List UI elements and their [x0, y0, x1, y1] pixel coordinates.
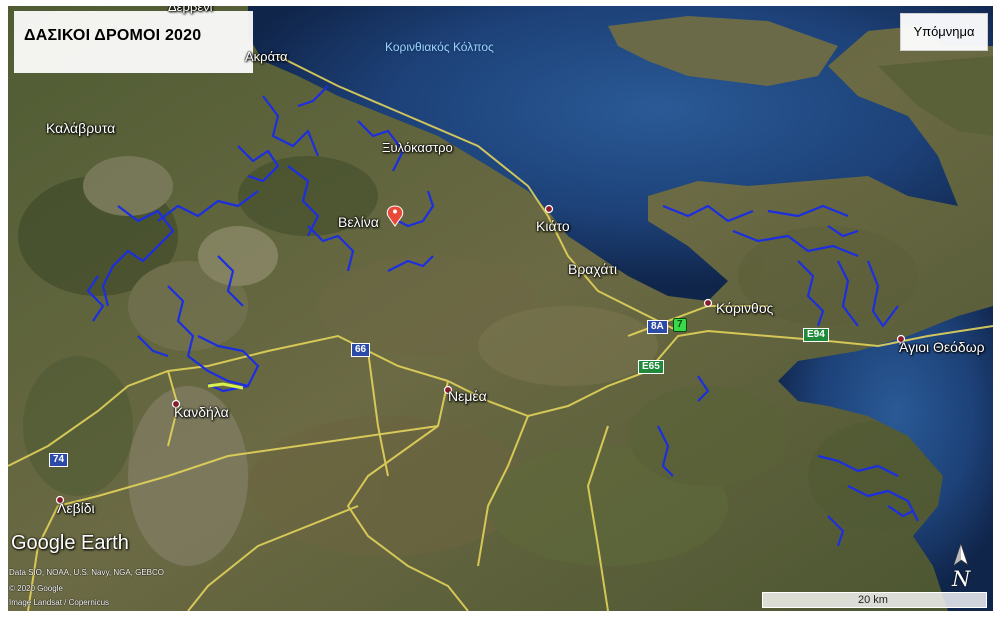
north-label: N — [952, 567, 971, 591]
road-shield-7: 7 — [673, 318, 687, 332]
map-title: ΔΑΣΙΚΟΙ ΔΡΟΜΟΙ 2020 — [24, 27, 202, 44]
place-label-kalavryta: Καλάβρυτα — [46, 120, 116, 136]
road-shield-e94: E94 — [803, 328, 829, 342]
place-label-velina: Βελίνα — [338, 214, 379, 230]
road-shield-e65: E65 — [638, 360, 664, 374]
legend-button[interactable]: Υπόμνημα — [900, 13, 988, 51]
place-label-gulf: Κορινθιακός Κόλπος — [385, 40, 494, 54]
attribution-imagery: Image Landsat / Copernicus — [9, 598, 110, 607]
map-view[interactable]: ΔΑΣΙΚΟΙ ΔΡΟΜΟΙ 2020 Υπόμνημα Ακράτα Καλά… — [8, 6, 993, 611]
road-shield-8a: 8A — [647, 320, 668, 334]
place-label-nemea: Νεμέα — [448, 388, 487, 404]
place-label-agioi-theodoroi: Άγιοι Θεόδωρ — [899, 339, 985, 355]
scale-label: 20 km — [858, 594, 888, 606]
place-label-kiato: Κιάτο — [536, 218, 570, 234]
place-label-kandila: Κανδήλα — [174, 404, 229, 420]
map-title-panel: ΔΑΣΙΚΟΙ ΔΡΟΜΟΙ 2020 — [14, 11, 253, 73]
place-label-levidi: Λεβίδι — [57, 500, 95, 516]
attribution-data: Data SIO, NOAA, U.S. Navy, NGA, GEBCO — [9, 568, 164, 577]
north-arrow-icon[interactable]: N — [946, 541, 976, 593]
place-label-akrata: Ακράτα — [245, 49, 288, 64]
place-label-vrachati: Βραχάτι — [568, 261, 618, 277]
road-shield-74: 74 — [49, 453, 69, 467]
attribution-copyright: © 2020 Google — [9, 584, 63, 593]
google-earth-wordmark: Google Earth — [11, 532, 129, 554]
place-label-xylokastro: Ξυλόκαστρο — [382, 140, 453, 155]
road-shield-66: 66 — [351, 343, 371, 357]
scale-bar: 20 km — [762, 592, 987, 608]
place-label-top-cut: Δερβένι — [168, 6, 213, 14]
satellite-map[interactable] — [8, 6, 993, 611]
place-label-korinthos: Κόρινθος — [716, 300, 774, 316]
